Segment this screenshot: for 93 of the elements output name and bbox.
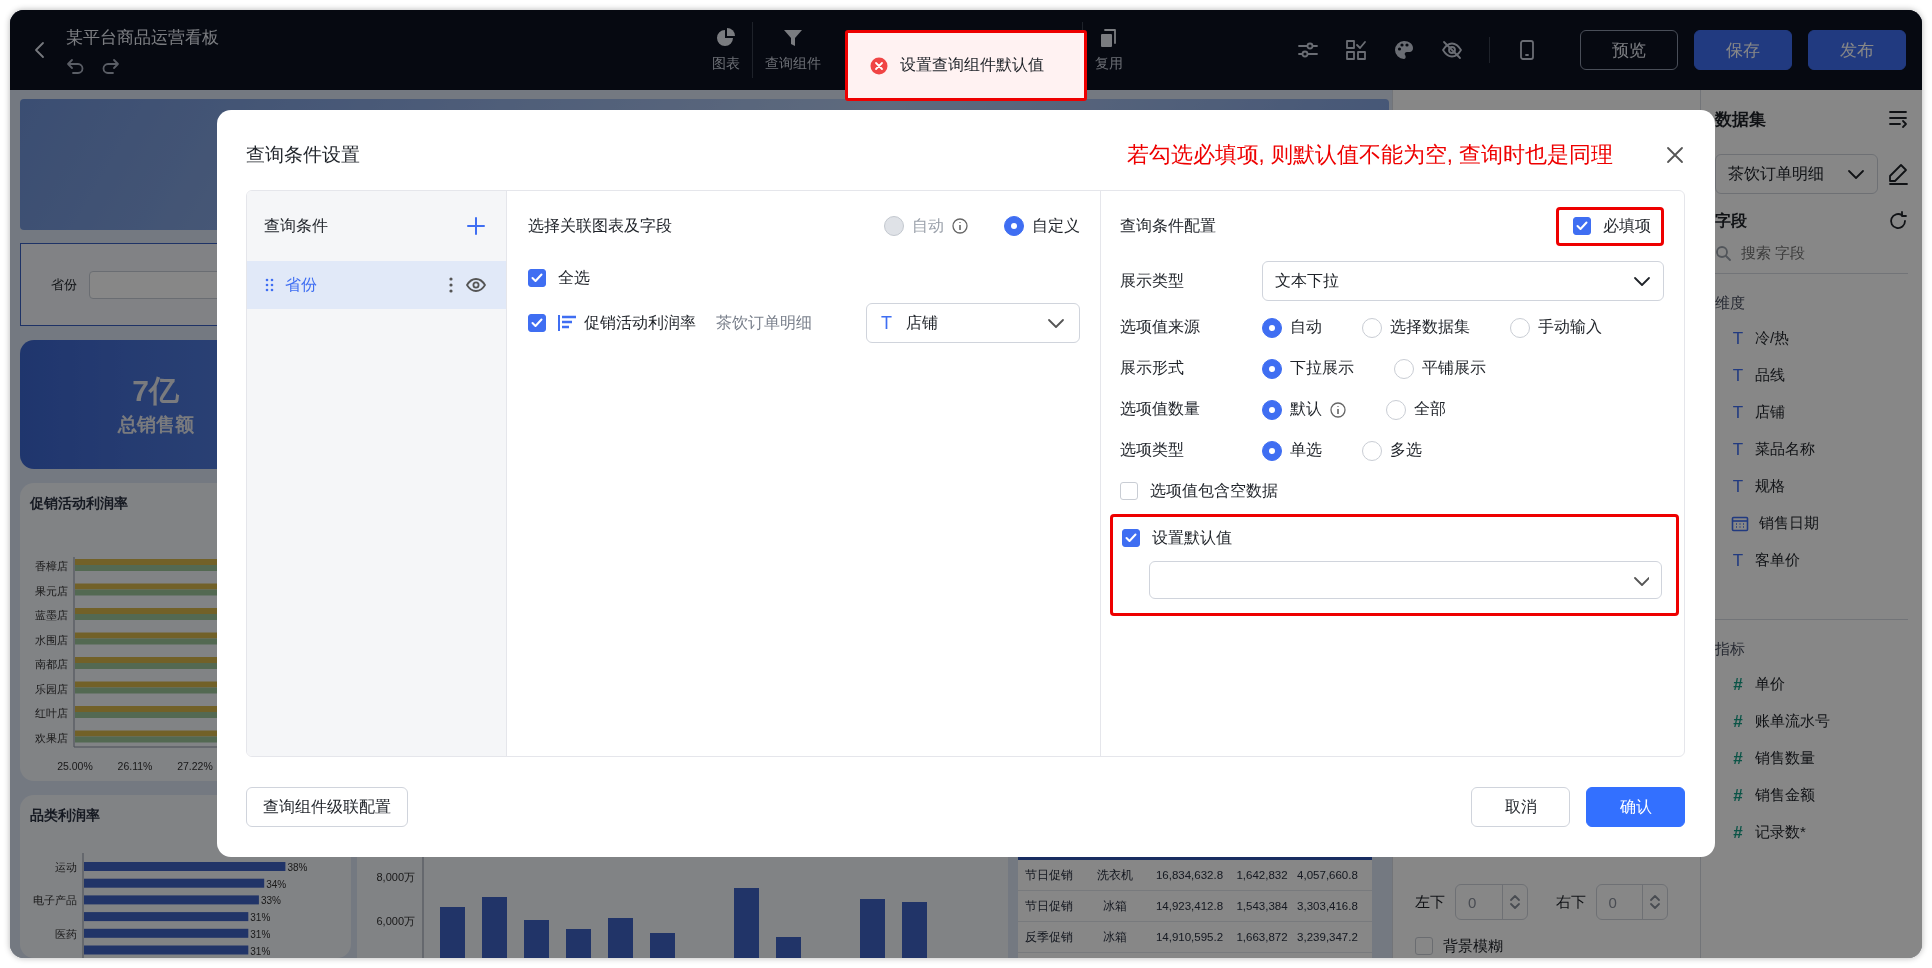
axis-label: 香樟店	[35, 560, 68, 572]
field-label: 左下	[1415, 892, 1445, 912]
radio-label: 下拉展示	[1290, 358, 1354, 378]
section-title: 指标	[1715, 640, 1746, 659]
checkbox-label: 选项值包含空数据	[1150, 480, 1278, 501]
kpi-label: 总销售额	[117, 413, 194, 437]
data-label: 31%	[250, 912, 271, 924]
table-cell-text: 冰箱	[1102, 929, 1128, 945]
field-label: 展示类型	[1120, 270, 1185, 291]
data-label: 31%	[250, 945, 271, 957]
field-label: 选项值来源	[1120, 317, 1201, 337]
checkbox-label: 设置默认值	[1152, 527, 1232, 548]
panel-title: 数据集	[1715, 108, 1766, 131]
radio-label: 平铺展示	[1422, 358, 1486, 378]
table-cell-text: 反季促销	[1024, 929, 1074, 945]
data-label: 33%	[260, 895, 281, 907]
field-label: 选项类型	[1120, 440, 1185, 460]
table-cell-text: 1,642,832	[1235, 869, 1289, 881]
chart-title: 促销活动利润率	[30, 495, 129, 513]
column-heading: 查询条件配置	[1120, 215, 1216, 236]
data-label: 34%	[266, 878, 287, 890]
axis-label: 南都店	[35, 658, 68, 670]
text-type-icon: T	[1731, 402, 1745, 423]
kpi-value: 7亿	[132, 373, 179, 409]
table-cell-text: 3,239,347.2	[1296, 931, 1359, 943]
number-type-icon: #	[1731, 711, 1745, 732]
section-title: 字段	[1715, 210, 1747, 231]
radio-label: 手动输入	[1538, 317, 1602, 337]
number-type-icon: #	[1731, 748, 1745, 769]
table-cell-text: 冰箱	[1102, 898, 1128, 914]
table-cell-text: 节日促销	[1024, 867, 1074, 883]
text-type-icon: T	[1731, 365, 1745, 386]
table-cell-text: 1,543,384	[1235, 900, 1289, 912]
field-label: 选项值数量	[1120, 399, 1201, 419]
field-label: 展示形式	[1120, 358, 1185, 378]
axis-label: 6,000万	[376, 915, 415, 927]
annotation-text: 若勾选必填项, 则默认值不能为空, 查询时也是同理	[1126, 141, 1613, 169]
table-cell-text: 节日促销	[1024, 898, 1074, 914]
text-type-icon: T	[881, 312, 892, 334]
axis-label: 8,000万	[376, 871, 415, 883]
radio-label: 自动	[912, 215, 944, 236]
axis-label: 欢果店	[35, 731, 68, 744]
axis-label: 医药	[55, 927, 77, 940]
table-cell-text: 4,057,660.8	[1296, 869, 1359, 881]
axis-label: 27.22%	[177, 760, 213, 772]
table-cell-text: 14,923,412.8	[1154, 900, 1225, 912]
field-label: 右下	[1555, 892, 1586, 912]
condition-label: 省份	[285, 274, 317, 295]
axis-label: 红叶店	[35, 707, 68, 719]
radio-label: 自动	[1290, 317, 1322, 337]
radio-label: 默认	[1290, 399, 1322, 419]
axis-label: 运动	[55, 861, 77, 873]
checkbox-label: 背景模糊	[1443, 936, 1503, 956]
filter-label: 省份	[51, 275, 77, 294]
number-type-icon: #	[1731, 674, 1745, 695]
table-cell-text: 14,910,595.2	[1154, 931, 1225, 943]
radio-label: 全部	[1414, 399, 1446, 419]
axis-label: 乐园店	[35, 682, 68, 695]
radio-label: 多选	[1390, 440, 1422, 460]
table-cell-text: 1,663,872	[1235, 931, 1289, 943]
text-type-icon: T	[1731, 550, 1745, 571]
dataset-name: 茶饮订单明细	[716, 312, 812, 333]
text-type-icon: T	[1731, 439, 1745, 460]
radio-label: 自定义	[1032, 215, 1080, 236]
checkbox-label: 全选	[558, 267, 590, 288]
dashboard-title: 某平台商品运营看板	[66, 26, 219, 49]
section-title: 维度	[1715, 294, 1746, 313]
table-cell-text: 3,303,416.8	[1296, 900, 1359, 912]
select-value: 文本下拉	[1275, 270, 1339, 291]
text-type-icon: T	[1731, 476, 1745, 497]
data-label: 38%	[287, 862, 308, 873]
axis-label: 25.00%	[57, 760, 93, 772]
radio-label: 选择数据集	[1390, 317, 1470, 337]
radio-label: 单选	[1290, 440, 1322, 460]
text-type-icon: T	[1731, 328, 1745, 349]
select-value: 店铺	[906, 312, 938, 333]
table-cell-text: 洗衣机	[1096, 867, 1134, 883]
axis-label: 果元店	[35, 584, 68, 597]
number-type-icon: #	[1731, 785, 1745, 806]
column-heading: 选择关联图表及字段	[528, 215, 672, 236]
axis-label: 水围店	[35, 633, 68, 646]
toast-message: 设置查询组件默认值	[900, 55, 1044, 75]
table-cell-text: 16,834,632.8	[1154, 869, 1225, 881]
column-heading: 查询条件	[264, 215, 328, 236]
axis-label: 26.11%	[117, 760, 153, 772]
chart-title: 品类利润率	[30, 807, 101, 825]
axis-label: 电子产品	[33, 894, 77, 907]
checkbox-label: 必填项	[1603, 215, 1651, 236]
axis-label: 蓝墨店	[35, 609, 68, 621]
number-type-icon: #	[1731, 822, 1745, 843]
dialog-title: 查询条件设置	[246, 143, 360, 167]
data-label: 31%	[250, 928, 271, 940]
chart-name: 促销活动利润率	[584, 312, 696, 333]
